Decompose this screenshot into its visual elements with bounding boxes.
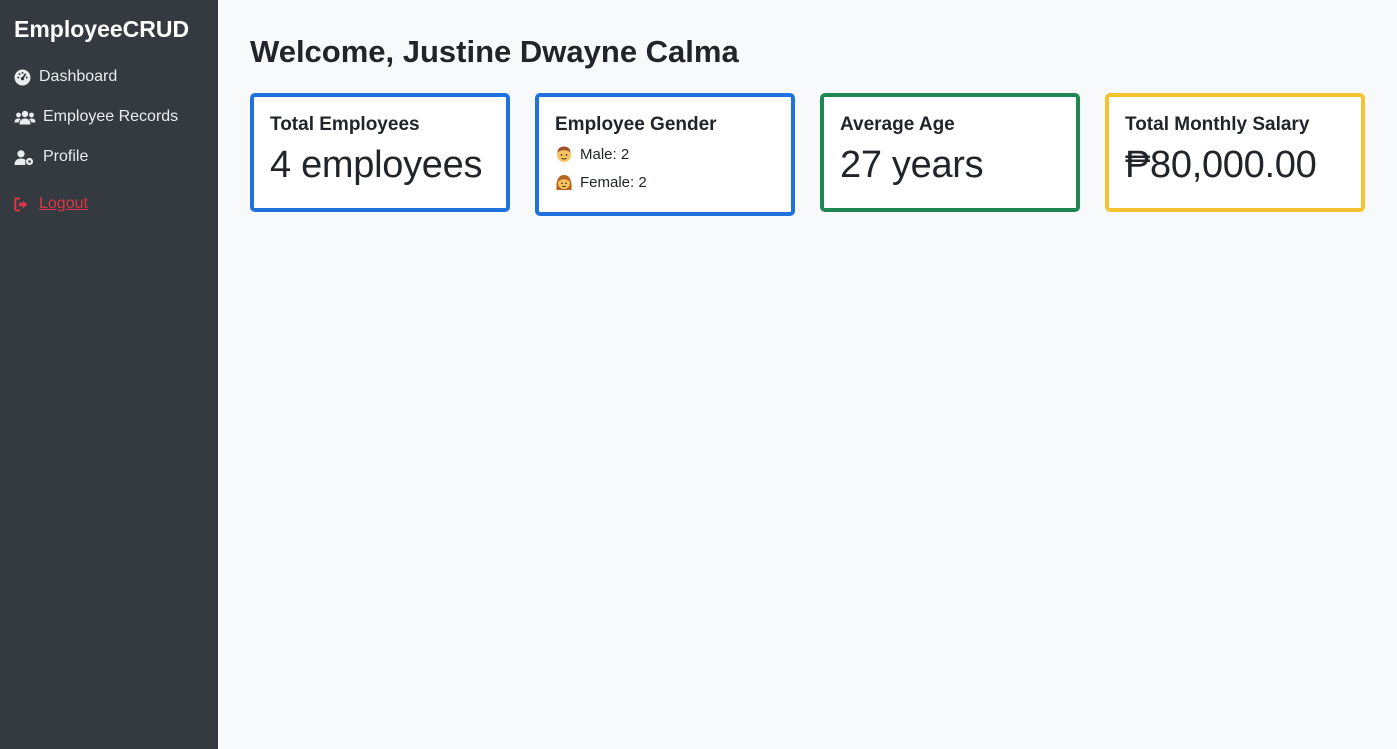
user-gear-icon xyxy=(14,148,42,166)
sidebar-item-label: Profile xyxy=(43,148,89,165)
male-count-row: Male: 2 xyxy=(555,140,775,168)
total-employees-card: Total Employees 4 employees xyxy=(250,93,510,212)
sidebar-item-label: Dashboard xyxy=(39,68,118,85)
stats-cards: Total Employees 4 employees Employee Gen… xyxy=(250,93,1365,216)
sidebar-item-label: Employee Records xyxy=(43,108,179,125)
woman-emoji-icon xyxy=(555,173,573,191)
female-count-row: Female: 2 xyxy=(555,168,775,196)
sidebar-item-dashboard[interactable]: Dashboard xyxy=(14,57,218,97)
sidebar-item-profile[interactable]: Profile xyxy=(14,137,218,177)
employee-gender-card: Employee Gender Male: 2 Female: 2 xyxy=(535,93,795,216)
logout-link[interactable]: Logout xyxy=(14,184,218,224)
main-content: Welcome, Justine Dwayne Calma Total Empl… xyxy=(218,0,1397,749)
card-title: Total Monthly Salary xyxy=(1125,114,1310,135)
female-count: Female: 2 xyxy=(580,173,647,191)
card-title: Total Employees xyxy=(270,114,420,135)
card-value: 27 years xyxy=(840,144,984,186)
sign-out-icon xyxy=(14,195,38,213)
card-value: ₱80,000.00 xyxy=(1125,144,1317,186)
man-emoji-icon xyxy=(555,145,573,163)
male-count: Male: 2 xyxy=(580,145,630,163)
sidebar: EmployeeCRUD Dashboard Employee Records … xyxy=(0,0,218,749)
card-value: 4 employees xyxy=(270,144,483,186)
total-monthly-salary-card: Total Monthly Salary ₱80,000.00 xyxy=(1105,93,1365,212)
card-title: Employee Gender xyxy=(555,114,717,135)
users-icon xyxy=(14,108,42,126)
average-age-card: Average Age 27 years xyxy=(820,93,1080,212)
logout-label: Logout xyxy=(39,195,88,212)
brand-title[interactable]: EmployeeCRUD xyxy=(14,16,218,43)
page-title: Welcome, Justine Dwayne Calma xyxy=(250,34,739,69)
card-title: Average Age xyxy=(840,114,955,135)
dashboard-icon xyxy=(14,68,38,86)
sidebar-item-employee-records[interactable]: Employee Records xyxy=(14,97,218,137)
